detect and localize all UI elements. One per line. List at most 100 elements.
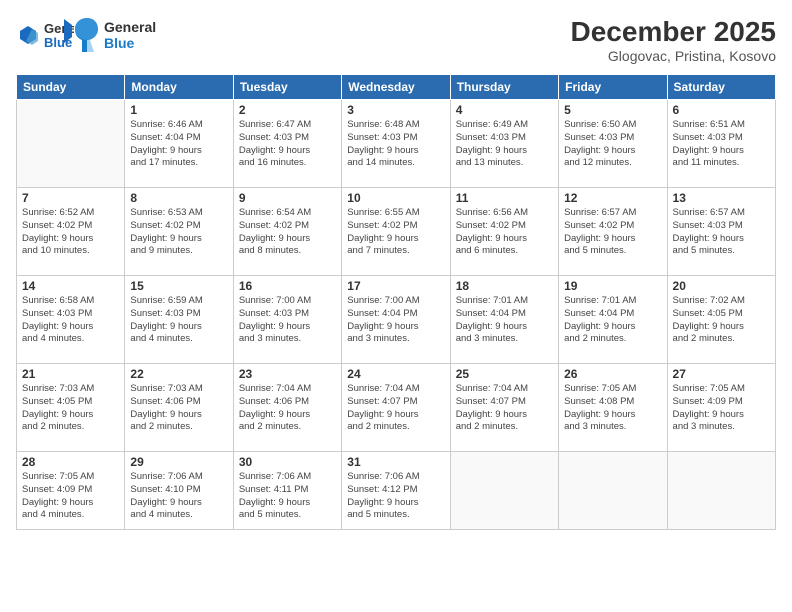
header-thursday: Thursday bbox=[450, 75, 558, 100]
calendar-cell: 20 Sunrise: 7:02 AMSunset: 4:05 PMDayligh… bbox=[667, 276, 775, 364]
calendar-cell: 4 Sunrise: 6:49 AMSunset: 4:03 PMDaylight… bbox=[450, 100, 558, 188]
day-info: Sunrise: 6:56 AMSunset: 4:02 PMDaylight:… bbox=[456, 207, 553, 258]
calendar-cell: 28 Sunrise: 7:05 AMSunset: 4:09 PMDayligh… bbox=[17, 452, 125, 530]
logo-bird bbox=[74, 16, 100, 54]
day-number: 31 bbox=[347, 455, 444, 469]
day-number: 3 bbox=[347, 103, 444, 117]
calendar-cell: 29Sunrise: 7:06 AMSunset: 4:10 PMDayligh… bbox=[125, 452, 233, 530]
day-info: Sunrise: 6:50 AMSunset: 4:03 PMDaylight:… bbox=[564, 119, 661, 170]
day-info: Sunrise: 6:48 AMSunset: 4:03 PMDaylight:… bbox=[347, 119, 444, 170]
calendar-cell: 18 Sunrise: 7:01 AMSunset: 4:04 PMDayligh… bbox=[450, 276, 558, 364]
day-info: Sunrise: 6:47 AMSunset: 4:03 PMDaylight:… bbox=[239, 119, 336, 170]
calendar-cell: 16Sunrise: 7:00 AMSunset: 4:03 PMDayligh… bbox=[233, 276, 341, 364]
calendar-cell: 3 Sunrise: 6:48 AMSunset: 4:03 PMDaylight… bbox=[342, 100, 450, 188]
calendar-cell: 13 Sunrise: 6:57 AMSunset: 4:03 PMDayligh… bbox=[667, 188, 775, 276]
day-number: 18 bbox=[456, 279, 553, 293]
day-info: Sunrise: 7:06 AMSunset: 4:12 PMDaylight:… bbox=[347, 471, 444, 522]
page-container: General Blue General Blue December 2025 … bbox=[0, 0, 792, 612]
day-number: 14 bbox=[22, 279, 119, 293]
day-number: 15 bbox=[130, 279, 227, 293]
day-number: 28 bbox=[22, 455, 119, 469]
day-number: 30 bbox=[239, 455, 336, 469]
day-info: Sunrise: 7:05 AMSunset: 4:09 PMDaylight:… bbox=[673, 383, 770, 434]
day-number: 11 bbox=[456, 191, 553, 205]
day-info: Sunrise: 6:57 AMSunset: 4:02 PMDaylight:… bbox=[564, 207, 661, 258]
day-number: 9 bbox=[239, 191, 336, 205]
calendar-cell bbox=[17, 100, 125, 188]
calendar-cell: 21 Sunrise: 7:03 AMSunset: 4:05 PMDayligh… bbox=[17, 364, 125, 452]
calendar-cell: 15 Sunrise: 6:59 AMSunset: 4:03 PMDayligh… bbox=[125, 276, 233, 364]
logo: General Blue General Blue bbox=[16, 16, 156, 54]
header-wednesday: Wednesday bbox=[342, 75, 450, 100]
day-info: Sunrise: 6:46 AMSunset: 4:04 PMDaylight:… bbox=[130, 119, 227, 170]
day-number: 24 bbox=[347, 367, 444, 381]
logo-text: General Blue bbox=[44, 19, 74, 51]
calendar-cell: 7 Sunrise: 6:52 AMSunset: 4:02 PMDaylight… bbox=[17, 188, 125, 276]
day-number: 8 bbox=[130, 191, 227, 205]
day-info: Sunrise: 7:01 AMSunset: 4:04 PMDaylight:… bbox=[456, 295, 553, 346]
calendar-cell: 6Sunrise: 6:51 AMSunset: 4:03 PMDaylight… bbox=[667, 100, 775, 188]
day-number: 25 bbox=[456, 367, 553, 381]
day-number: 23 bbox=[239, 367, 336, 381]
logo-graphic: General Blue bbox=[44, 19, 74, 51]
calendar-table: Sunday Monday Tuesday Wednesday Thursday… bbox=[16, 74, 776, 530]
logo-icon bbox=[16, 23, 40, 47]
calendar-cell: 26Sunrise: 7:05 AMSunset: 4:08 PMDayligh… bbox=[559, 364, 667, 452]
day-number: 19 bbox=[564, 279, 661, 293]
calendar-cell: 11 Sunrise: 6:56 AMSunset: 4:02 PMDayligh… bbox=[450, 188, 558, 276]
day-number: 5 bbox=[564, 103, 661, 117]
calendar-cell: 8 Sunrise: 6:53 AMSunset: 4:02 PMDaylight… bbox=[125, 188, 233, 276]
month-title: December 2025 bbox=[571, 16, 776, 48]
page-header: General Blue General Blue December 2025 … bbox=[16, 16, 776, 64]
day-number: 26 bbox=[564, 367, 661, 381]
day-info: Sunrise: 7:03 AMSunset: 4:05 PMDaylight:… bbox=[22, 383, 119, 434]
calendar-cell: 2Sunrise: 6:47 AMSunset: 4:03 PMDaylight… bbox=[233, 100, 341, 188]
day-number: 22 bbox=[130, 367, 227, 381]
day-number: 7 bbox=[22, 191, 119, 205]
header-saturday: Saturday bbox=[667, 75, 775, 100]
header-monday: Monday bbox=[125, 75, 233, 100]
day-info: Sunrise: 6:52 AMSunset: 4:02 PMDaylight:… bbox=[22, 207, 119, 258]
calendar-cell: 1 Sunrise: 6:46 AMSunset: 4:04 PMDaylight… bbox=[125, 100, 233, 188]
day-number: 27 bbox=[673, 367, 770, 381]
day-number: 20 bbox=[673, 279, 770, 293]
day-number: 4 bbox=[456, 103, 553, 117]
day-info: Sunrise: 7:02 AMSunset: 4:05 PMDaylight:… bbox=[673, 295, 770, 346]
day-number: 1 bbox=[130, 103, 227, 117]
day-info: Sunrise: 7:00 AMSunset: 4:03 PMDaylight:… bbox=[239, 295, 336, 346]
day-number: 12 bbox=[564, 191, 661, 205]
day-info: Sunrise: 7:01 AMSunset: 4:04 PMDaylight:… bbox=[564, 295, 661, 346]
calendar-cell: 14 Sunrise: 6:58 AMSunset: 4:03 PMDayligh… bbox=[17, 276, 125, 364]
calendar-cell: 30 Sunrise: 7:06 AMSunset: 4:11 PMDayligh… bbox=[233, 452, 341, 530]
calendar-cell: 25Sunrise: 7:04 AMSunset: 4:07 PMDayligh… bbox=[450, 364, 558, 452]
day-info: Sunrise: 7:06 AMSunset: 4:11 PMDaylight:… bbox=[239, 471, 336, 522]
day-info: Sunrise: 7:03 AMSunset: 4:06 PMDaylight:… bbox=[130, 383, 227, 434]
calendar-cell bbox=[667, 452, 775, 530]
day-number: 6 bbox=[673, 103, 770, 117]
day-number: 29 bbox=[130, 455, 227, 469]
day-info: Sunrise: 6:58 AMSunset: 4:03 PMDaylight:… bbox=[22, 295, 119, 346]
location: Glogovac, Pristina, Kosovo bbox=[571, 48, 776, 64]
calendar-cell: 27 Sunrise: 7:05 AMSunset: 4:09 PMDayligh… bbox=[667, 364, 775, 452]
header-tuesday: Tuesday bbox=[233, 75, 341, 100]
day-info: Sunrise: 6:53 AMSunset: 4:02 PMDaylight:… bbox=[130, 207, 227, 258]
day-info: Sunrise: 6:59 AMSunset: 4:03 PMDaylight:… bbox=[130, 295, 227, 346]
day-number: 10 bbox=[347, 191, 444, 205]
calendar-cell: 31 Sunrise: 7:06 AMSunset: 4:12 PMDayligh… bbox=[342, 452, 450, 530]
calendar-cell bbox=[450, 452, 558, 530]
calendar-cell: 10Sunrise: 6:55 AMSunset: 4:02 PMDayligh… bbox=[342, 188, 450, 276]
day-info: Sunrise: 6:57 AMSunset: 4:03 PMDaylight:… bbox=[673, 207, 770, 258]
header-friday: Friday bbox=[559, 75, 667, 100]
calendar-cell: 5 Sunrise: 6:50 AMSunset: 4:03 PMDaylight… bbox=[559, 100, 667, 188]
calendar-cell: 9 Sunrise: 6:54 AMSunset: 4:02 PMDaylight… bbox=[233, 188, 341, 276]
day-info: Sunrise: 7:00 AMSunset: 4:04 PMDaylight:… bbox=[347, 295, 444, 346]
weekday-header-row: Sunday Monday Tuesday Wednesday Thursday… bbox=[17, 75, 776, 100]
day-number: 13 bbox=[673, 191, 770, 205]
calendar-cell bbox=[559, 452, 667, 530]
title-block: December 2025 Glogovac, Pristina, Kosovo bbox=[571, 16, 776, 64]
day-info: Sunrise: 7:04 AMSunset: 4:07 PMDaylight:… bbox=[347, 383, 444, 434]
day-info: Sunrise: 7:05 AMSunset: 4:09 PMDaylight:… bbox=[22, 471, 119, 522]
day-info: Sunrise: 6:54 AMSunset: 4:02 PMDaylight:… bbox=[239, 207, 336, 258]
day-number: 21 bbox=[22, 367, 119, 381]
day-info: Sunrise: 6:49 AMSunset: 4:03 PMDaylight:… bbox=[456, 119, 553, 170]
